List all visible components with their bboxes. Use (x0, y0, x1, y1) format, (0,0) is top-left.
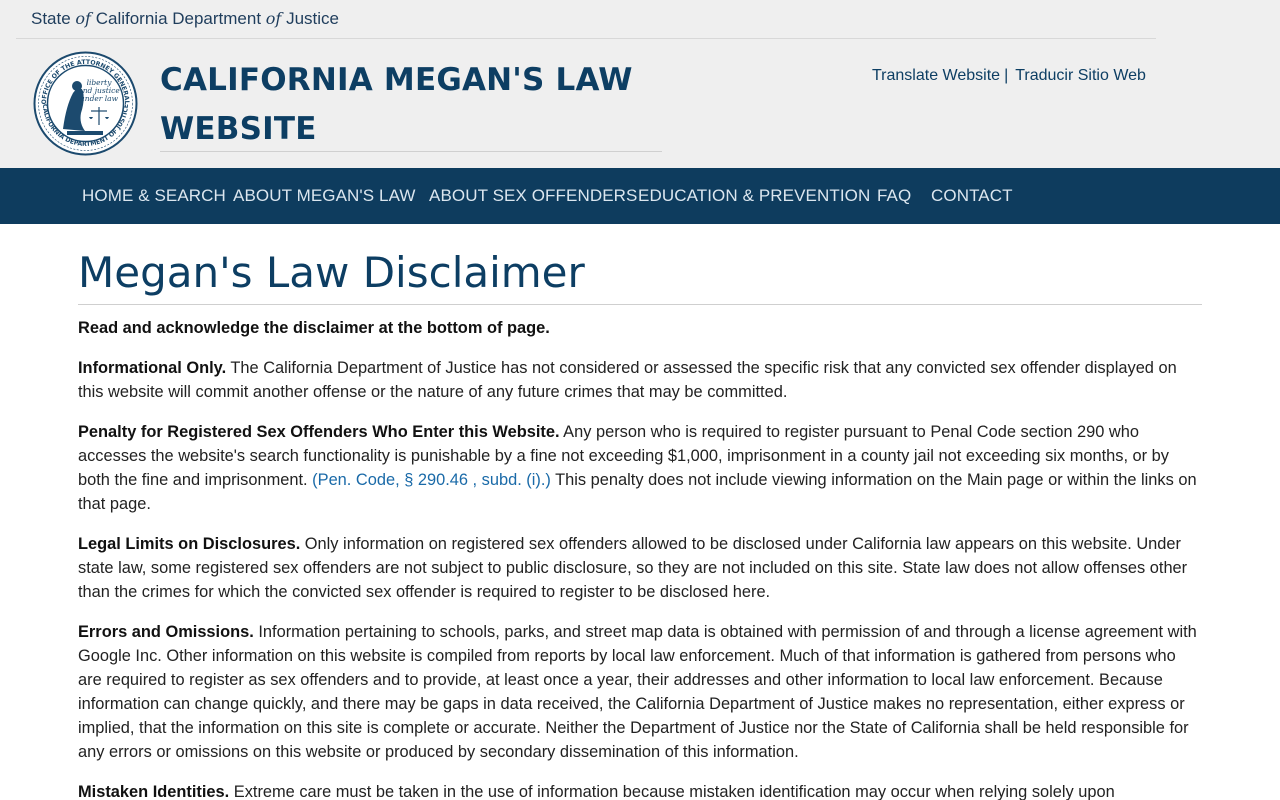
intro-bold: Read and acknowledge the disclaimer at t… (78, 319, 550, 337)
page-title: Megan's Law Disclaimer (78, 248, 585, 297)
section-body: Extreme care must be taken in the use of… (229, 783, 1115, 800)
intro-text: Read and acknowledge the disclaimer at t… (78, 316, 1202, 340)
site-title-line: WEBSITE (160, 111, 317, 147)
section-heading: Informational Only. (78, 359, 227, 377)
section-errors-omissions: Errors and Omissions. Information pertai… (78, 620, 1202, 764)
svg-text:under law: under law (80, 94, 119, 103)
section-informational-only: Informational Only. The California Depar… (78, 356, 1202, 404)
nav-home-search[interactable]: HOME & SEARCH (82, 186, 226, 206)
penal-code-link[interactable]: (Pen. Code, § 290.46 , subd. (i).) (312, 471, 551, 489)
nav-about-sex-offenders[interactable]: ABOUT SEX OFFENDERS (429, 186, 637, 206)
nav-about-megans-law[interactable]: ABOUT MEGAN'S LAW (233, 186, 416, 206)
site-title-line: CALIFORNIA MEGAN'S LAW (160, 62, 633, 98)
section-penalty: Penalty for Registered Sex Offenders Who… (78, 420, 1202, 516)
nav-contact[interactable]: CONTACT (931, 186, 1013, 206)
link-separator: | (1004, 67, 1009, 84)
site-title[interactable]: CALIFORNIA MEGAN'S LAW WEBSITE (160, 56, 660, 154)
title-underline (160, 151, 662, 152)
doj-text: California Department (90, 9, 266, 28)
section-heading: Mistaken Identities. (78, 783, 230, 800)
main-content: Megan's Law Disclaimer Read and acknowle… (78, 246, 1202, 800)
doj-text: Justice (281, 9, 339, 28)
traducir-sitio-web-link[interactable]: Traducir Sitio Web (1015, 67, 1146, 84)
site-header: State of California Department of Justic… (0, 0, 1280, 168)
header-divider (16, 38, 1156, 39)
title-divider (78, 304, 1202, 305)
main-nav: HOME & SEARCH ABOUT MEGAN'S LAW ABOUT SE… (0, 168, 1280, 224)
nav-education-prevention[interactable]: EDUCATION & PREVENTION (638, 186, 870, 206)
section-mistaken-identities: Mistaken Identities. Extreme care must b… (78, 780, 1202, 800)
doj-text-of: of (75, 9, 91, 28)
section-body: The California Department of Justice has… (78, 359, 1177, 401)
doj-text: State (31, 9, 76, 28)
translate-website-link[interactable]: Translate Website (872, 67, 1000, 84)
section-legal-limits: Legal Limits on Disclosures. Only inform… (78, 532, 1202, 604)
language-links: Translate Website | Traducir Sitio Web (872, 67, 1146, 85)
section-heading: Errors and Omissions. (78, 623, 254, 641)
section-heading: Penalty for Registered Sex Offenders Who… (78, 423, 560, 441)
section-body: Information pertaining to schools, parks… (78, 623, 1197, 761)
doj-banner[interactable]: State of California Department of Justic… (31, 9, 339, 29)
doj-text-of: of (265, 9, 282, 28)
nav-faq[interactable]: FAQ (877, 186, 911, 206)
california-doj-seal-icon[interactable]: liberty and justice under law OFFICE OF … (33, 51, 138, 156)
section-heading: Legal Limits on Disclosures. (78, 535, 301, 553)
